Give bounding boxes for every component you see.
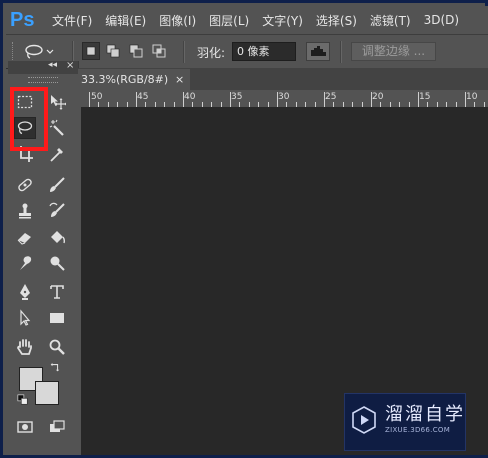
anti-alias-icon — [311, 46, 326, 56]
document-tab-bar: 33.3%(RGB/8#) × — [78, 68, 488, 90]
feather-input[interactable]: 0 像素 — [232, 42, 296, 61]
pen-tool[interactable] — [14, 281, 36, 303]
add-selection-icon — [106, 44, 120, 58]
horizontal-ruler: 50 45 40 35 30 25 20 15 10 — [81, 90, 488, 108]
bandage-icon — [18, 178, 32, 192]
menu-file[interactable]: 文件(F) — [52, 12, 92, 29]
default-colors-button[interactable] — [16, 393, 30, 407]
close-tab-icon[interactable]: × — [175, 69, 184, 90]
quick-mask-icon — [17, 421, 33, 433]
ruler-label: 10 — [466, 92, 478, 102]
collapse-panel-icon[interactable]: ◂◂ — [48, 60, 57, 70]
ruler-label: 35 — [231, 92, 243, 102]
ruler-label: 45 — [137, 92, 149, 102]
zoom-tool[interactable] — [46, 336, 68, 358]
background-color-swatch[interactable] — [35, 381, 59, 405]
intersect-selection-icon — [152, 44, 166, 58]
chevron-down-icon — [46, 49, 54, 54]
path-selection-tool[interactable] — [14, 307, 36, 329]
dodge-tool[interactable] — [46, 252, 68, 274]
paint-bucket-tool[interactable] — [46, 226, 68, 248]
watermark-title: 溜溜自学 — [385, 404, 465, 425]
watermark-logo: 溜溜自学 ZIXUE.3D66.COM — [344, 393, 466, 451]
lasso-icon — [25, 44, 43, 59]
eyedropper-icon — [50, 148, 63, 162]
stamp-icon — [19, 203, 31, 219]
new-selection-icon — [86, 46, 96, 56]
hand-icon — [17, 339, 32, 355]
default-colors-icon — [17, 394, 28, 405]
smudge-tool[interactable] — [14, 252, 36, 274]
menu-layer[interactable]: 图层(L) — [209, 12, 249, 29]
menu-select[interactable]: 选择(S) — [316, 12, 357, 29]
type-icon — [50, 285, 64, 299]
divider — [183, 41, 185, 63]
quick-mask-button[interactable] — [14, 416, 36, 438]
menu-3d[interactable]: 3D(D) — [424, 13, 459, 27]
dodge-icon — [50, 256, 65, 271]
rectangle-icon — [50, 313, 64, 323]
swap-arrow-icon — [50, 362, 60, 372]
add-selection-button[interactable] — [104, 42, 122, 60]
watermark-url: ZIXUE.3D66.COM — [385, 426, 451, 434]
feather-label: 羽化: — [197, 46, 226, 60]
magic-wand-icon — [49, 119, 64, 136]
close-panel-icon[interactable]: × — [66, 60, 74, 71]
hand-tool[interactable] — [14, 336, 36, 358]
options-bar-grip[interactable] — [12, 42, 15, 62]
toolbox-grip[interactable] — [28, 77, 58, 83]
screen-mode-icon — [50, 420, 65, 432]
eraser-tool[interactable] — [14, 226, 36, 248]
zoom-icon — [49, 339, 65, 355]
screen-mode-button[interactable] — [46, 416, 68, 438]
brush-tool[interactable] — [46, 174, 68, 196]
path-selection-icon — [20, 309, 31, 326]
toolbox-header: ◂◂ × — [8, 60, 78, 74]
rectangle-tool[interactable] — [46, 307, 68, 329]
document-tab[interactable]: 33.3%(RGB/8#) × — [78, 69, 190, 90]
menu-image[interactable]: 图像(I) — [159, 12, 196, 29]
swap-colors-button[interactable] — [48, 361, 62, 375]
move-icon — [51, 95, 66, 110]
document-tab-title: 33.3%(RGB/8#) — [81, 73, 169, 86]
smudge-icon — [20, 256, 32, 270]
ruler-label: 25 — [325, 92, 337, 102]
photoshop-logo: Ps — [10, 8, 35, 31]
ruler-label: 15 — [419, 92, 431, 102]
anti-alias-button[interactable] — [306, 42, 330, 61]
eraser-icon — [17, 233, 31, 245]
paint-bucket-icon — [51, 231, 66, 244]
tool-preset-picker[interactable] — [24, 43, 62, 61]
menu-filter[interactable]: 滤镜(T) — [370, 12, 411, 29]
menu-edit[interactable]: 编辑(E) — [105, 12, 146, 29]
type-tool[interactable] — [46, 281, 68, 303]
ruler-label: 40 — [184, 92, 196, 102]
spot-healing-tool[interactable] — [14, 174, 36, 196]
ruler-label: 20 — [372, 92, 384, 102]
subtract-selection-icon — [129, 44, 143, 58]
menu-type[interactable]: 文字(Y) — [262, 12, 303, 29]
intersect-selection-button[interactable] — [150, 42, 168, 60]
highlight-box — [10, 87, 48, 151]
magic-wand-tool[interactable] — [46, 117, 68, 139]
clone-stamp-tool[interactable] — [14, 200, 36, 222]
subtract-selection-button[interactable] — [127, 42, 145, 60]
ruler-label: 30 — [278, 92, 290, 102]
app-frame: Ps 文件(F) 编辑(E) 图像(I) 图层(L) 文字(Y) 选择(S) 滤… — [0, 0, 488, 458]
divider — [340, 41, 342, 63]
history-brush-tool[interactable] — [46, 200, 68, 222]
history-brush-icon — [49, 202, 65, 217]
eyedropper-tool[interactable] — [46, 143, 68, 165]
pen-icon — [20, 284, 30, 300]
ruler-label: 50 — [91, 92, 103, 102]
menu-bar: Ps 文件(F) 编辑(E) 图像(I) 图层(L) 文字(Y) 选择(S) 滤… — [6, 6, 488, 34]
move-tool[interactable] — [46, 91, 68, 113]
new-selection-button[interactable] — [82, 42, 100, 60]
refine-edge-button[interactable]: 调整边缘 ... — [351, 42, 436, 61]
play-logo-icon — [352, 406, 376, 434]
brush-icon — [50, 177, 65, 192]
